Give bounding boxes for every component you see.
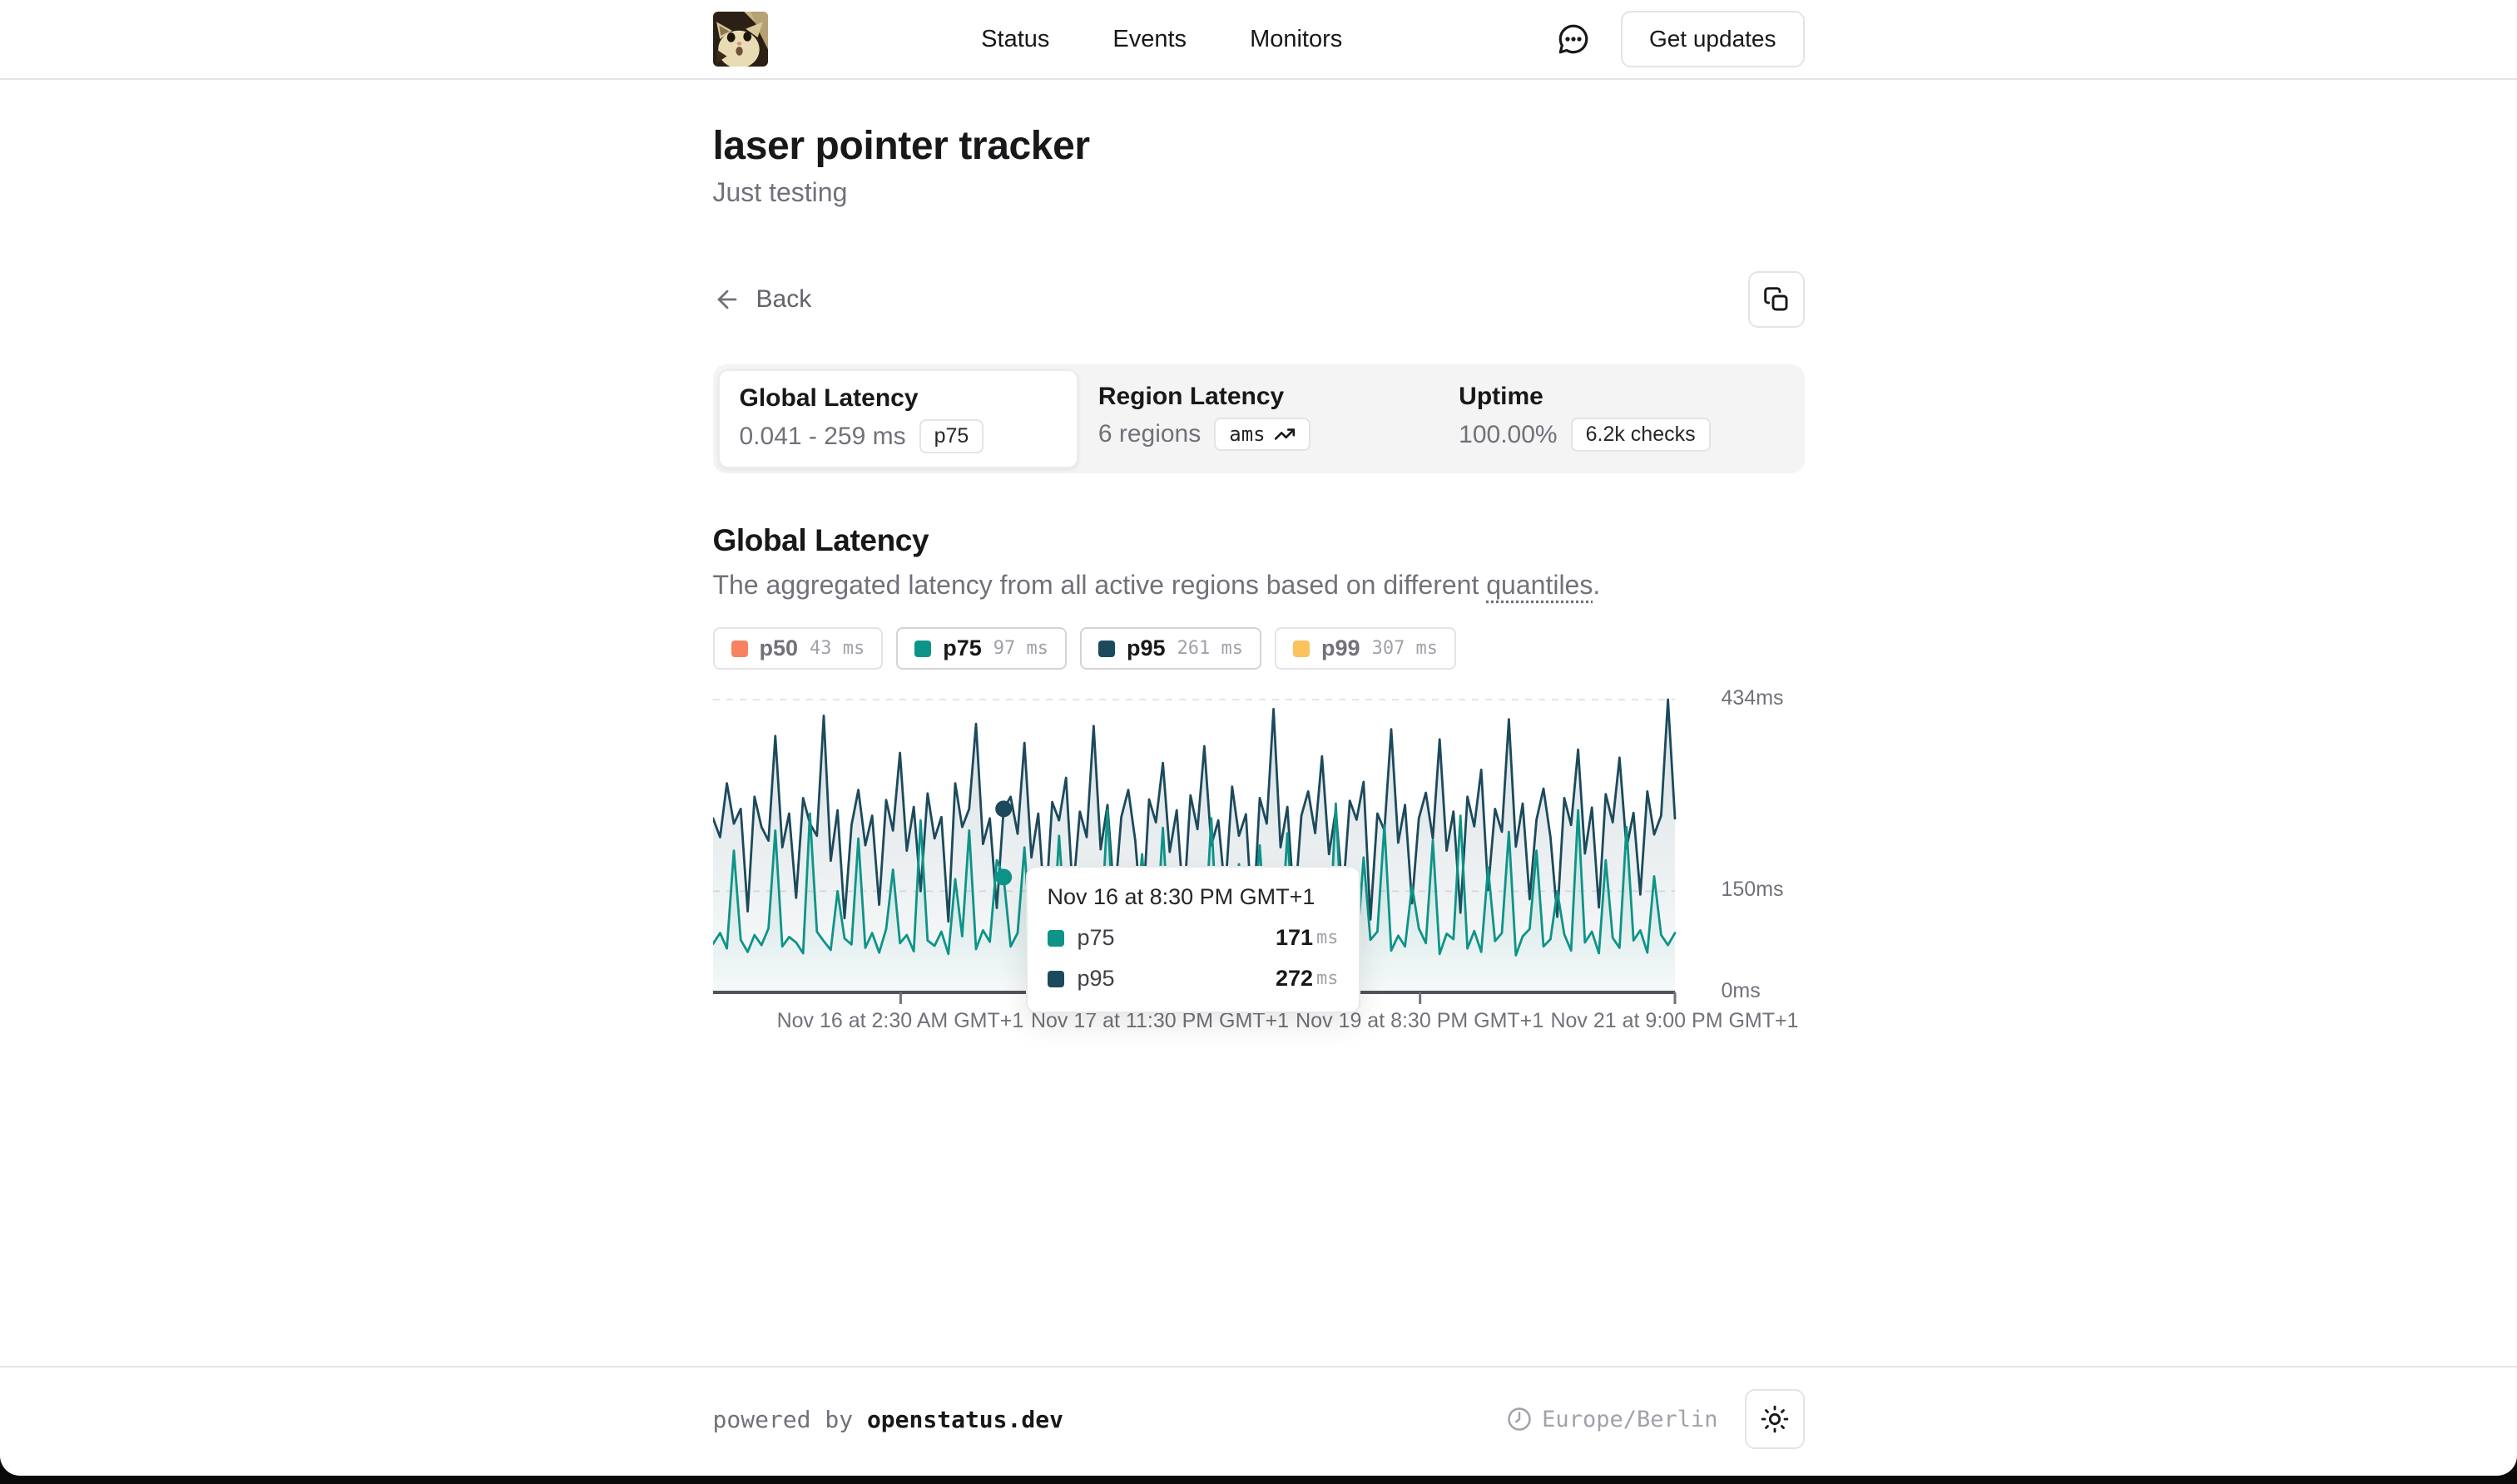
- tooltip-value: 171: [1276, 925, 1313, 951]
- metric-tabs: Global Latency 0.041 - 259 ms p75 Region…: [713, 364, 1805, 473]
- tooltip-label: p75: [1078, 925, 1115, 951]
- tab-title: Global Latency: [740, 384, 1057, 413]
- region-pill-label: ams: [1229, 423, 1265, 446]
- get-updates-button[interactable]: Get updates: [1621, 11, 1805, 67]
- chart-legend: p50 43 ms p75 97 ms p95 261 ms p99 307 m…: [713, 627, 1805, 670]
- legend-value: 43 ms: [810, 638, 865, 659]
- tooltip-value: 272: [1276, 966, 1313, 992]
- tab-title: Uptime: [1459, 383, 1779, 411]
- powered-by-label: powered by: [713, 1406, 854, 1433]
- tab-uptime[interactable]: Uptime 100.00% 6.2k checks: [1439, 369, 1799, 468]
- timezone-display: Europe/Berlin: [1507, 1407, 1717, 1432]
- legend-badge-p95[interactable]: p95 261 ms: [1080, 627, 1261, 670]
- tooltip-title: Nov 16 at 8:30 PM GMT+1: [1048, 884, 1339, 910]
- powered-by: powered by openstatus.dev: [713, 1406, 1063, 1433]
- p95-swatch: [1048, 971, 1064, 987]
- sun-icon: [1761, 1405, 1789, 1433]
- nav-right-group: Get updates: [1556, 11, 1805, 67]
- checks-pill[interactable]: 6.2k checks: [1571, 418, 1711, 452]
- top-navigation: Status Events Monitors Get updates: [0, 0, 2517, 80]
- chart-tooltip: Nov 16 at 8:30 PM GMT+1 p75 171 ms p95 2…: [1026, 866, 1360, 1013]
- tooltip-row-p75: p75 171 ms: [1048, 925, 1339, 951]
- p99-swatch: [1293, 641, 1310, 657]
- legend-label: p95: [1127, 636, 1166, 661]
- tab-title: Region Latency: [1098, 383, 1419, 411]
- legend-value: 261 ms: [1177, 638, 1243, 659]
- openstatus-link[interactable]: openstatus.dev: [867, 1406, 1063, 1433]
- chat-bubble-icon[interactable]: [1556, 22, 1591, 57]
- nav-links: Status Events Monitors: [768, 26, 1556, 53]
- page-title: laser pointer tracker: [713, 123, 1805, 169]
- app-window: Status Events Monitors Get updates l: [0, 0, 2517, 1484]
- latency-chart[interactable]: 434ms 150ms 0ms Nov 16 at 2:30 AM GMT+1 …: [713, 693, 1805, 1052]
- tab-value: 0.041 - 259 ms: [740, 423, 906, 451]
- status-page: Status Events Monitors Get updates l: [0, 0, 2517, 1476]
- x-axis-tick: Nov 16 at 2:30 AM GMT+1: [777, 1009, 1024, 1033]
- region-pill[interactable]: ams: [1214, 418, 1310, 451]
- main-content: laser pointer tracker Just testing Back …: [0, 80, 2517, 1366]
- legend-badge-p75[interactable]: p75 97 ms: [896, 627, 1067, 670]
- x-axis-tick: Nov 21 at 9:00 PM GMT+1: [1550, 1009, 1798, 1033]
- timezone-label: Europe/Berlin: [1542, 1407, 1717, 1432]
- back-arrow-icon: [713, 285, 741, 314]
- legend-label: p75: [943, 636, 982, 661]
- page-subtitle: Just testing: [713, 177, 1805, 208]
- p95-swatch: [1098, 641, 1115, 657]
- legend-value: 97 ms: [993, 638, 1048, 659]
- p75-swatch: [1048, 930, 1064, 947]
- section-description: The aggregated latency from all active r…: [713, 570, 1805, 601]
- quantiles-link[interactable]: quantiles: [1486, 570, 1593, 600]
- tooltip-unit: ms: [1316, 928, 1339, 948]
- back-link[interactable]: Back: [713, 285, 812, 314]
- y-axis-tick: 434ms: [1722, 686, 1784, 710]
- y-axis-tick: 0ms: [1722, 979, 1761, 1003]
- trending-up-icon: [1274, 423, 1296, 445]
- legend-badge-p99[interactable]: p99 307 ms: [1275, 627, 1456, 670]
- page-footer: powered by openstatus.dev Europe/Berlin: [0, 1366, 2517, 1476]
- crying-cat-logo[interactable]: [713, 12, 768, 67]
- legend-label: p99: [1321, 636, 1360, 661]
- tooltip-label: p95: [1078, 966, 1115, 992]
- tooltip-row-p95: p95 272 ms: [1048, 966, 1339, 992]
- nav-link-status[interactable]: Status: [981, 26, 1049, 53]
- theme-toggle-button[interactable]: [1745, 1389, 1805, 1449]
- copy-link-button[interactable]: [1748, 271, 1805, 328]
- tab-region-latency[interactable]: Region Latency 6 regions ams: [1078, 369, 1439, 468]
- section-title: Global Latency: [713, 523, 1805, 558]
- toolbar: Back: [713, 271, 1805, 328]
- quantile-pill[interactable]: p75: [919, 419, 984, 453]
- legend-badge-p50[interactable]: p50 43 ms: [713, 627, 884, 670]
- cat-logo-image: [713, 12, 768, 67]
- p50-swatch: [731, 641, 748, 657]
- copy-icon: [1763, 286, 1790, 313]
- nav-link-monitors[interactable]: Monitors: [1250, 26, 1342, 53]
- legend-label: p50: [760, 636, 799, 661]
- tab-value: 100.00%: [1459, 421, 1557, 449]
- back-label: Back: [756, 285, 812, 314]
- tab-value: 6 regions: [1098, 420, 1201, 448]
- tab-global-latency[interactable]: Global Latency 0.041 - 259 ms p75: [718, 369, 1078, 468]
- p75-swatch: [914, 641, 931, 657]
- clock-icon: [1507, 1407, 1532, 1432]
- description-text: The aggregated latency from all active r…: [713, 570, 1487, 600]
- legend-value: 307 ms: [1372, 638, 1438, 659]
- y-axis-tick: 150ms: [1722, 878, 1784, 902]
- description-period: .: [1593, 570, 1600, 600]
- nav-link-events[interactable]: Events: [1112, 26, 1187, 53]
- tooltip-unit: ms: [1316, 968, 1339, 989]
